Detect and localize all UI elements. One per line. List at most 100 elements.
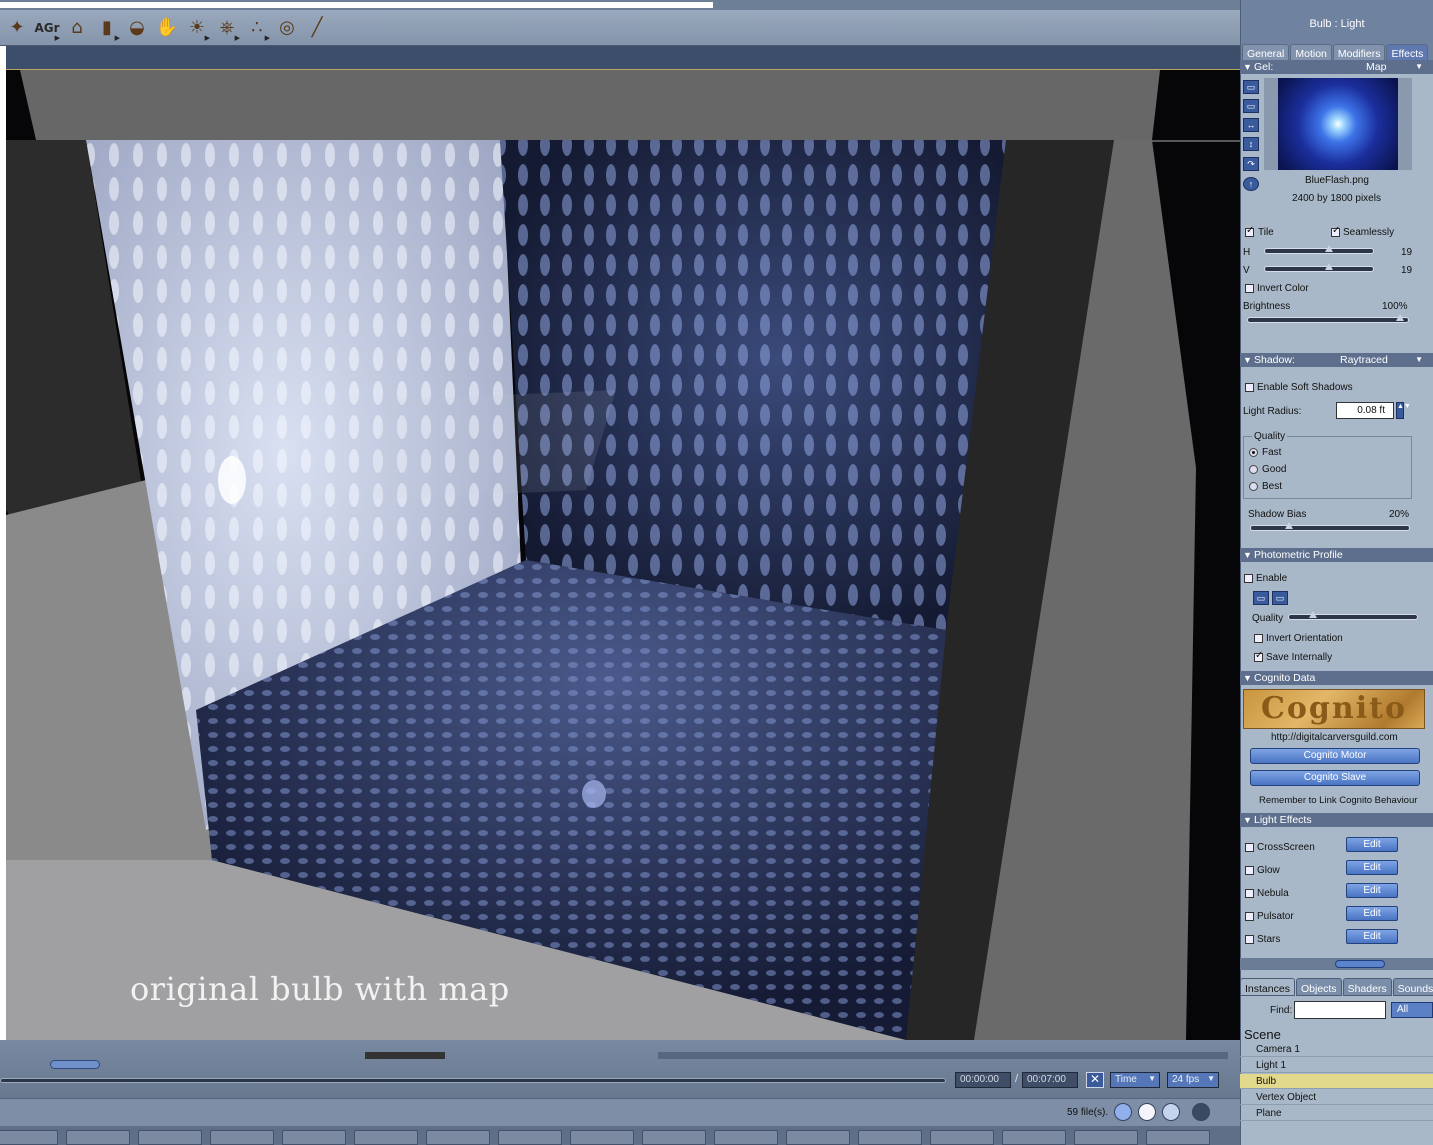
thumbnail[interactable] xyxy=(1146,1130,1210,1145)
splitter-grip[interactable] xyxy=(1335,960,1385,968)
tile-checkbox[interactable] xyxy=(1245,225,1254,237)
cognito-section-header[interactable]: ▼ Cognito Data xyxy=(1240,671,1433,685)
glow-checkbox[interactable] xyxy=(1245,866,1254,875)
up-arrow-icon[interactable]: ↑ xyxy=(1243,177,1259,191)
chevron-down-icon[interactable]: ▼ xyxy=(1415,60,1423,74)
tab-motion[interactable]: Motion xyxy=(1290,44,1332,60)
thumbnail[interactable] xyxy=(138,1130,202,1145)
thumbnail[interactable] xyxy=(1074,1130,1138,1145)
timeline-scroll-handle[interactable] xyxy=(50,1060,100,1069)
flip-horizontal-icon[interactable]: ↔ xyxy=(1243,118,1259,132)
quality-good-radio[interactable] xyxy=(1249,465,1258,474)
thumbnail[interactable] xyxy=(210,1130,274,1145)
tab-objects[interactable]: Objects xyxy=(1295,978,1342,996)
spinner-icon[interactable]: ▲▼ xyxy=(1396,402,1411,419)
shadow-type[interactable]: Raytraced xyxy=(1340,353,1388,367)
scene-item-camera[interactable]: Camera 1 xyxy=(1240,1042,1433,1057)
light-effects-section-header[interactable]: ▼ Light Effects xyxy=(1240,813,1433,827)
glow-edit-button[interactable]: Edit xyxy=(1346,860,1398,875)
quality-best-radio[interactable] xyxy=(1249,482,1258,491)
soft-shadows-checkbox[interactable] xyxy=(1245,383,1254,392)
hand-icon[interactable]: ✋ xyxy=(152,13,182,43)
light-radius-input[interactable]: 0.08 ft xyxy=(1336,402,1394,419)
scene-item-light[interactable]: Light 1 xyxy=(1240,1058,1433,1073)
current-time-field[interactable]: 00:00:00 xyxy=(955,1072,1011,1088)
tab-modifiers[interactable]: Modifiers xyxy=(1332,44,1386,60)
cognito-url[interactable]: http://digitalcarversguild.com xyxy=(1271,732,1398,743)
end-time-field[interactable]: 00:07:00 xyxy=(1022,1072,1078,1088)
stars-edit-button[interactable]: Edit xyxy=(1346,929,1398,944)
shadow-bias-slider[interactable] xyxy=(1250,522,1410,531)
open-folder-icon[interactable]: ▭ xyxy=(1243,99,1259,113)
find-input[interactable] xyxy=(1294,1001,1386,1019)
thumbnail[interactable] xyxy=(1002,1130,1066,1145)
gel-type[interactable]: Map xyxy=(1366,60,1386,74)
panel-splitter[interactable] xyxy=(1240,958,1433,970)
thumbnail[interactable] xyxy=(570,1130,634,1145)
fps-select[interactable]: 24 fps ▼ xyxy=(1167,1072,1219,1088)
time-mode-select[interactable]: Time ▼ xyxy=(1110,1072,1160,1088)
photometric-section-header[interactable]: ▼ Photometric Profile xyxy=(1240,548,1433,562)
scene-item-vertex-object[interactable]: Vertex Object xyxy=(1240,1090,1433,1105)
agr-button[interactable]: AGr ▶ xyxy=(32,13,62,43)
nebula-checkbox[interactable] xyxy=(1245,889,1254,898)
bowl-icon[interactable]: ◒ xyxy=(122,13,152,43)
rotate-icon[interactable]: ↷ xyxy=(1243,157,1259,171)
chevron-down-icon[interactable]: ▼ xyxy=(1415,353,1423,367)
stars-checkbox[interactable] xyxy=(1245,935,1254,944)
thumbnail[interactable] xyxy=(642,1130,706,1145)
scene-item-bulb[interactable]: Bulb xyxy=(1240,1074,1433,1089)
tab-shaders[interactable]: Shaders xyxy=(1342,978,1392,996)
close-icon[interactable]: ✕ xyxy=(1086,1072,1104,1088)
view-circle-icon[interactable] xyxy=(1138,1103,1156,1121)
thumbnail[interactable] xyxy=(282,1130,346,1145)
view-circle-icon[interactable] xyxy=(1114,1103,1132,1121)
thumbnail[interactable] xyxy=(786,1130,850,1145)
tab-general[interactable]: General xyxy=(1242,44,1290,60)
cognito-slave-button[interactable]: Cognito Slave xyxy=(1250,770,1420,786)
scene-item-plane[interactable]: Plane xyxy=(1240,1106,1433,1121)
brightness-slider[interactable] xyxy=(1247,314,1409,323)
open-folder-icon[interactable]: ▭ xyxy=(1272,591,1288,605)
save-internally-checkbox[interactable] xyxy=(1254,650,1263,662)
thumbnail[interactable] xyxy=(714,1130,778,1145)
gel-section-header[interactable]: ▼ Gel: Map ▼ xyxy=(1240,60,1433,74)
lock-icon[interactable] xyxy=(1192,1103,1210,1121)
cylinder-icon[interactable]: ▮ ▶ xyxy=(92,13,122,43)
open-folder-icon[interactable]: ▭ xyxy=(1243,80,1259,94)
tab-sounds[interactable]: Sounds xyxy=(1392,978,1433,996)
3d-viewport[interactable]: original bulb with map xyxy=(6,70,1240,1040)
cognito-motor-button[interactable]: Cognito Motor xyxy=(1250,748,1420,764)
nebula-edit-button[interactable]: Edit xyxy=(1346,883,1398,898)
pulsator-checkbox[interactable] xyxy=(1245,912,1254,921)
thumbnail[interactable] xyxy=(426,1130,490,1145)
flip-vertical-icon[interactable]: ↕ xyxy=(1243,137,1259,151)
photometric-enable-checkbox[interactable] xyxy=(1244,574,1253,583)
invert-color-checkbox[interactable] xyxy=(1245,284,1254,293)
view-circle-icon[interactable] xyxy=(1162,1103,1180,1121)
pulsator-edit-button[interactable]: Edit xyxy=(1346,906,1398,921)
photometric-quality-slider[interactable] xyxy=(1288,611,1418,620)
camera-icon[interactable]: ⎈ ▶ xyxy=(212,13,242,43)
tab-effects[interactable]: Effects xyxy=(1386,44,1429,60)
crossscreen-checkbox[interactable] xyxy=(1245,843,1254,852)
thumbnail[interactable] xyxy=(930,1130,994,1145)
v-slider[interactable] xyxy=(1264,263,1374,272)
thumbnail[interactable] xyxy=(66,1130,130,1145)
crossscreen-edit-button[interactable]: Edit xyxy=(1346,837,1398,852)
shadow-section-header[interactable]: ▼ Shadow: Raytraced ▼ xyxy=(1240,353,1433,367)
bone-icon[interactable]: ╱ xyxy=(302,13,332,43)
thumbnail[interactable] xyxy=(498,1130,562,1145)
h-slider[interactable] xyxy=(1264,245,1374,254)
hierarchy-icon[interactable]: ∴ ▶ xyxy=(242,13,272,43)
figure-icon[interactable]: ✦ xyxy=(2,13,32,43)
all-filter-button[interactable]: All xyxy=(1391,1002,1433,1018)
open-folder-icon[interactable]: ▭ xyxy=(1253,591,1269,605)
house-icon[interactable]: ⌂ xyxy=(62,13,92,43)
invert-orientation-checkbox[interactable] xyxy=(1254,634,1263,643)
thumbnail[interactable] xyxy=(858,1130,922,1145)
thumbnail[interactable] xyxy=(354,1130,418,1145)
quality-fast-radio[interactable] xyxy=(1249,448,1258,457)
timeline-track[interactable] xyxy=(0,1078,946,1083)
seamlessly-checkbox[interactable] xyxy=(1331,225,1340,237)
